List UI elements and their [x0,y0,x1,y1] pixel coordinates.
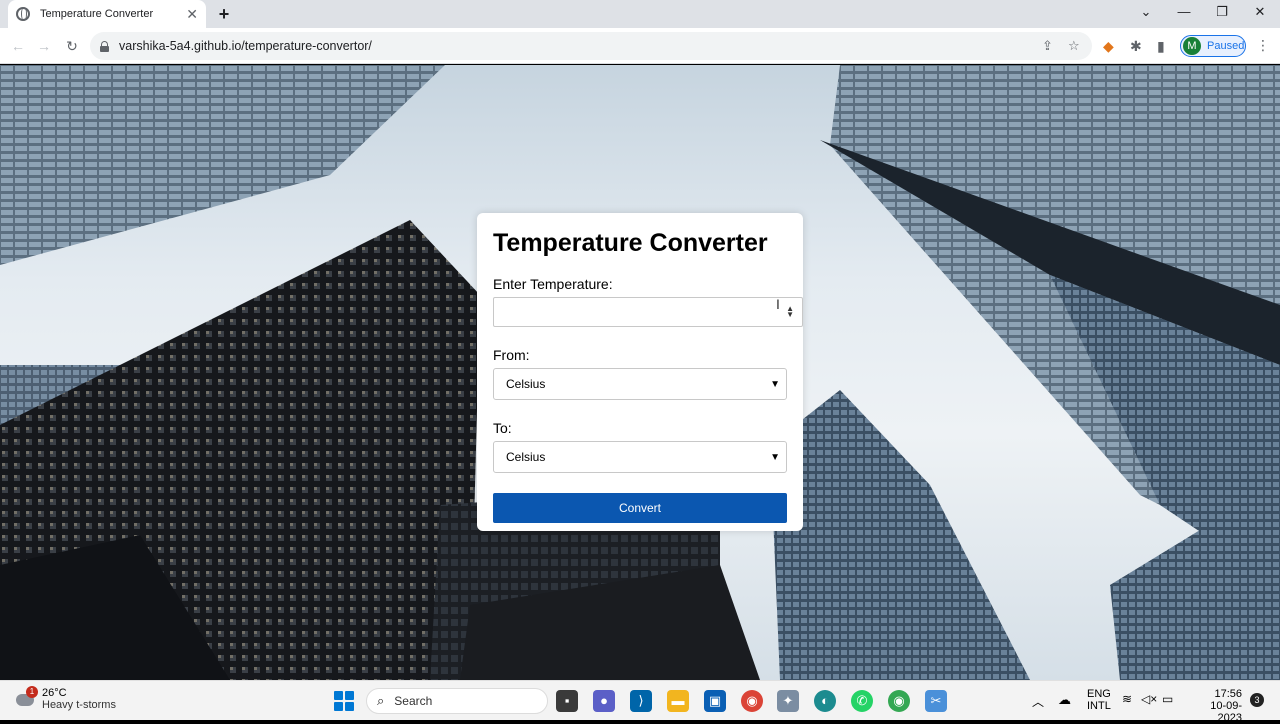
weather-desc: Heavy t-storms [42,699,116,711]
edge-icon[interactable]: ◐ [814,690,836,712]
onedrive-cloud-icon[interactable]: ☁ [1058,692,1071,708]
search-icon: ⌕ [377,693,385,708]
lang-top: ENG [1087,688,1111,700]
weather-widget[interactable]: 1 26°C Heavy t-storms [14,686,116,711]
file-explorer-icon[interactable]: ▬ [667,690,689,712]
reload-icon[interactable]: ↻ [62,36,82,56]
volume-muted-icon[interactable]: ◁× [1141,692,1157,706]
tab-search-chevron-icon[interactable]: ⌄ [1136,4,1156,20]
chrome-icon[interactable]: ◉ [741,690,763,712]
weather-badge: 1 [26,686,38,698]
tab-bar: Temperature Converter ✕ + ⌄ — ❐ ✕ [0,0,1280,28]
clock-time: 17:56 [1214,688,1242,700]
to-unit-value: Celsius [506,450,546,464]
back-icon[interactable]: ← [8,36,28,56]
page-viewport: Temperature Converter Enter Temperature:… [0,65,1280,680]
kebab-menu-icon[interactable]: ⋮ [1256,37,1270,54]
to-unit-select[interactable]: Celsius ▼ [493,441,787,473]
temperature-input[interactable]: ▲ ▼ [493,297,803,327]
language-indicator[interactable]: ENG INTL [1087,688,1111,712]
wifi-icon[interactable]: ≋ [1122,692,1132,706]
battery-icon[interactable]: ▭ [1162,692,1173,706]
minimize-icon[interactable]: — [1174,4,1194,19]
tray-chevron-up-icon[interactable]: ︿ [1032,693,1044,710]
maximize-icon[interactable]: ❐ [1212,4,1232,20]
notification-count-badge[interactable]: 3 [1250,693,1264,707]
avatar: M [1183,37,1201,55]
to-label: To: [493,420,512,436]
converter-card: Temperature Converter Enter Temperature:… [477,213,803,531]
page-title: Temperature Converter [493,229,768,257]
tab-temperature-converter[interactable]: Temperature Converter ✕ [8,0,206,28]
forward-icon[interactable]: → [34,36,54,56]
from-label: From: [493,347,530,363]
clock-date: 10-09-2023 [1210,700,1242,724]
lang-bottom: INTL [1087,700,1111,712]
address-bar[interactable]: varshika-5a4.github.io/temperature-conve… [90,32,1092,60]
tab-title: Temperature Converter [40,8,154,20]
metamask-fox-icon[interactable]: ◆ [1103,38,1114,55]
share-icon[interactable]: ⇪ [1042,38,1053,54]
lock-icon [100,40,109,52]
browser-toolbar: ← → ↻ varshika-5a4.github.io/temperature… [0,28,1280,64]
vscode-icon[interactable]: ⟩ [630,690,652,712]
taskbar: 1 26°C Heavy t-storms ⌕ Search ▪ ● ⟩ ▬ ▣… [0,680,1280,724]
chrome-profile-icon[interactable]: ◉ [888,690,910,712]
side-panel-icon[interactable]: ▮ [1157,38,1165,55]
file-manager-app-icon[interactable]: ▪ [556,690,578,712]
convert-button[interactable]: Convert [493,493,787,523]
url-text: varshika-5a4.github.io/temperature-conve… [119,39,372,53]
clock[interactable]: 17:56 10-09-2023 [1188,688,1242,724]
number-spinner-icon[interactable]: ▲ ▼ [786,305,794,319]
taskbar-search[interactable]: ⌕ Search [366,688,548,714]
network-app-icon[interactable]: ✦ [777,690,799,712]
weather-temp: 26°C [42,687,67,699]
profile-button[interactable]: M Paused [1180,35,1246,57]
search-placeholder: Search [394,694,433,708]
tab-close-icon[interactable]: ✕ [186,6,198,23]
from-unit-value: Celsius [506,377,546,391]
store-icon[interactable]: ▣ [704,690,726,712]
chevron-down-icon: ▼ [770,451,780,463]
chat-app-icon[interactable]: ● [593,690,615,712]
text-cursor-icon: I [776,296,780,312]
bookmark-star-icon[interactable]: ☆ [1068,38,1080,54]
window-close-icon[interactable]: ✕ [1250,4,1270,20]
windows-start-icon[interactable] [334,691,354,711]
extensions-puzzle-icon[interactable]: ✱ [1130,38,1142,55]
temperature-label: Enter Temperature: [493,276,613,292]
new-tab-button[interactable]: + [214,4,234,24]
profile-status: Paused [1207,40,1245,52]
whatsapp-icon[interactable]: ✆ [851,690,873,712]
from-unit-select[interactable]: Celsius ▼ [493,368,787,400]
weather-cloud-icon: 1 [14,686,38,710]
snipping-tool-icon[interactable]: ✂ [925,690,947,712]
globe-icon [16,7,30,21]
chevron-down-icon: ▼ [770,378,780,390]
